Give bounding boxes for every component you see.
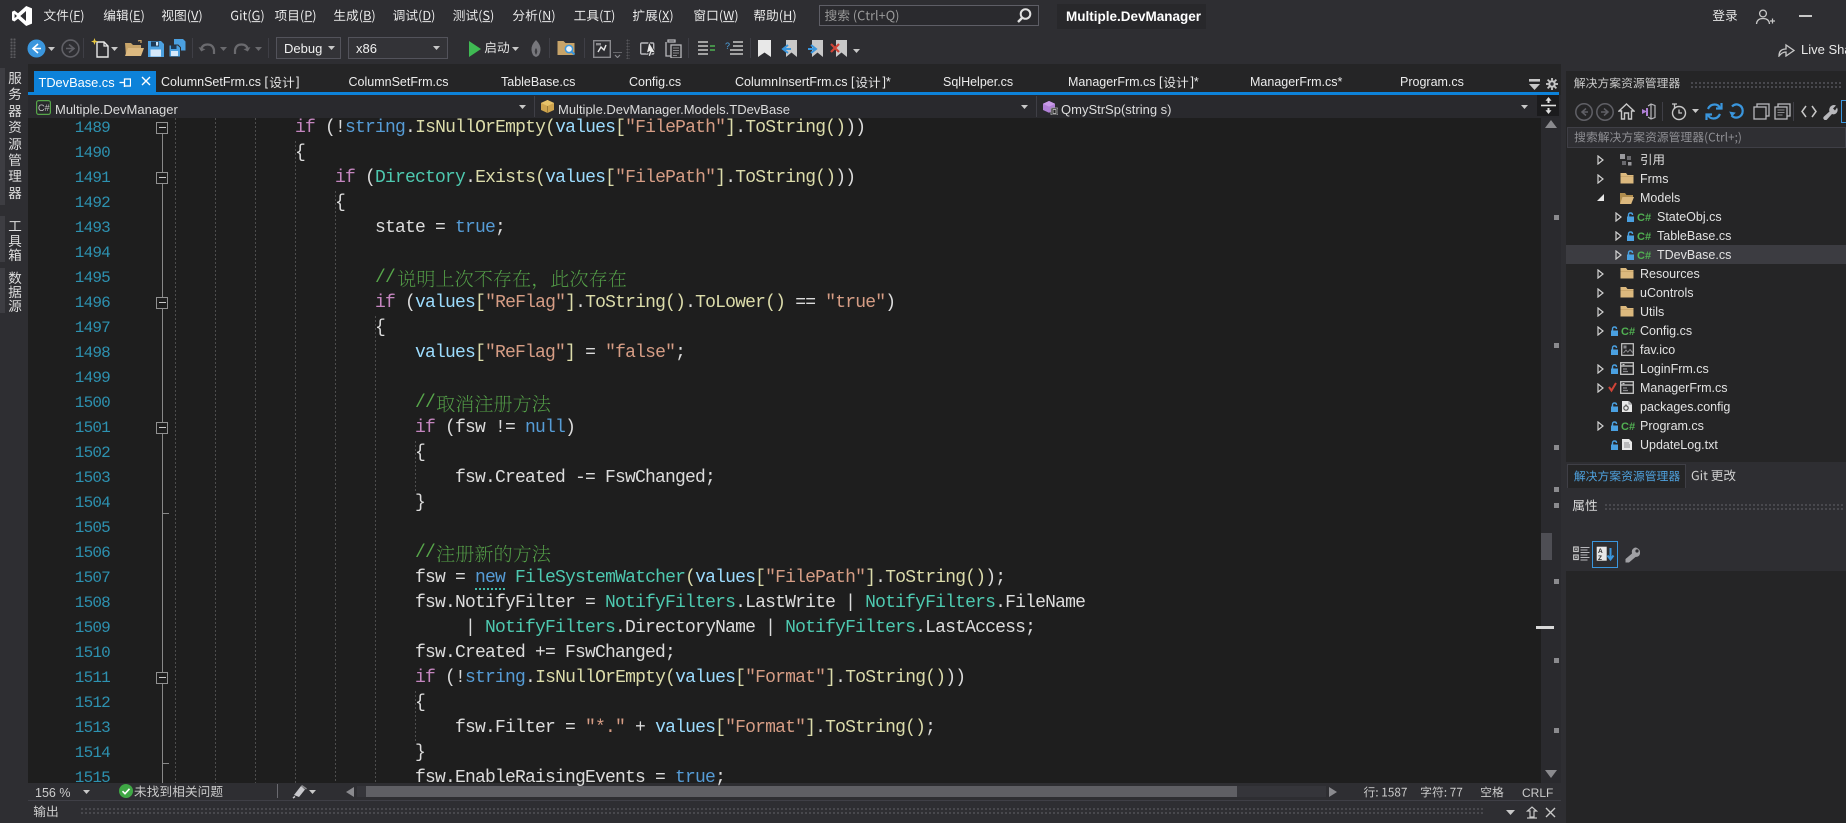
svg-text:A: A — [1598, 548, 1603, 555]
svg-text:C#: C# — [1637, 250, 1651, 261]
svg-text:C#: C# — [38, 103, 50, 113]
svg-text:C#: C# — [1637, 212, 1651, 223]
svg-text:C#: C# — [1637, 231, 1651, 242]
svg-text:C#: C# — [1621, 421, 1635, 432]
svg-text:C#: C# — [1621, 326, 1635, 337]
svg-text:Z: Z — [1598, 555, 1602, 562]
svg-text:?: ? — [725, 41, 730, 51]
